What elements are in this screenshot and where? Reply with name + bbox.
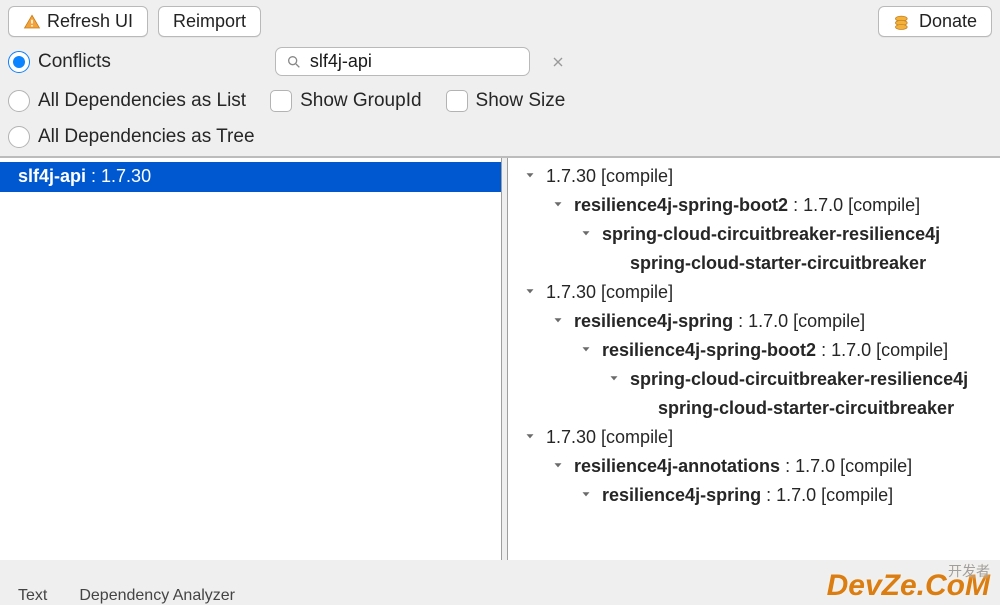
- refresh-ui-label: Refresh UI: [47, 11, 133, 32]
- tree-row[interactable]: 1.7.30 [compile]: [510, 280, 996, 309]
- tree-label: 1.7.30 [compile]: [546, 166, 673, 187]
- chevron-down-icon[interactable]: [520, 427, 540, 448]
- checkbox-icon: [270, 90, 292, 112]
- tree-label: 1.7.30 [compile]: [546, 282, 673, 303]
- reimport-label: Reimport: [173, 11, 246, 32]
- radio-label: All Dependencies as Tree: [38, 126, 255, 148]
- left-list[interactable]: slf4j-api : 1.7.30: [0, 158, 502, 560]
- check-label: Show GroupId: [300, 90, 421, 112]
- chevron-down-icon[interactable]: [548, 195, 568, 216]
- tree-row[interactable]: spring-cloud-starter-circuitbreaker: [510, 396, 996, 425]
- check-label: Show Size: [476, 90, 566, 112]
- filter-panel: Conflicts All Dependencies as List Show …: [0, 43, 1000, 156]
- search-icon: [286, 54, 302, 70]
- warning-icon: [23, 13, 41, 31]
- chevron-down-icon[interactable]: [576, 224, 596, 245]
- tree-row[interactable]: resilience4j-spring : 1.7.0 [compile]: [510, 309, 996, 338]
- check-show-size[interactable]: Show Size: [446, 90, 566, 112]
- tree-row[interactable]: resilience4j-annotations : 1.7.0 [compil…: [510, 454, 996, 483]
- tree-label: resilience4j-spring : 1.7.0 [compile]: [574, 311, 865, 332]
- tree-row[interactable]: resilience4j-spring-boot2 : 1.7.0 [compi…: [510, 338, 996, 367]
- list-item[interactable]: slf4j-api : 1.7.30: [0, 162, 501, 192]
- tree-row[interactable]: spring-cloud-starter-circuitbreaker: [510, 251, 996, 280]
- donate-label: Donate: [919, 11, 977, 32]
- chevron-down-icon[interactable]: [576, 485, 596, 506]
- reimport-button[interactable]: Reimport: [158, 6, 261, 37]
- right-tree[interactable]: 1.7.30 [compile] resilience4j-spring-boot…: [508, 158, 1000, 560]
- tree-row[interactable]: 1.7.30 [compile]: [510, 164, 996, 193]
- chevron-down-icon[interactable]: [576, 340, 596, 361]
- bottom-tabs: Text Dependency Analyzer: [18, 587, 235, 605]
- search-field[interactable]: [275, 47, 530, 76]
- watermark: 开发者 DevZe.CoM: [827, 569, 990, 603]
- refresh-ui-button[interactable]: Refresh UI: [8, 6, 148, 37]
- clear-icon[interactable]: [550, 54, 566, 70]
- search-input[interactable]: [310, 51, 542, 72]
- tree-label: spring-cloud-circuitbreaker-resilience4j: [602, 224, 940, 245]
- tree-row[interactable]: 1.7.30 [compile]: [510, 425, 996, 454]
- tree-label: spring-cloud-starter-circuitbreaker: [658, 398, 954, 419]
- tree-label: spring-cloud-circuitbreaker-resilience4j: [630, 369, 968, 390]
- tree-row[interactable]: resilience4j-spring : 1.7.0 [compile]: [510, 483, 996, 512]
- coins-icon: [893, 12, 913, 32]
- radio-label: All Dependencies as List: [38, 90, 246, 112]
- tree-row[interactable]: resilience4j-spring-boot2 : 1.7.0 [compi…: [510, 193, 996, 222]
- tree-label: resilience4j-annotations : 1.7.0 [compil…: [574, 456, 912, 477]
- chevron-down-icon[interactable]: [604, 369, 624, 390]
- toolbar: Refresh UI Reimport Donate: [0, 0, 1000, 43]
- chevron-down-icon[interactable]: [520, 282, 540, 303]
- tree-label: resilience4j-spring-boot2 : 1.7.0 [compi…: [602, 340, 948, 361]
- radio-icon: [8, 90, 30, 112]
- artifact-version: : 1.7.30: [86, 166, 151, 186]
- radio-all-dependencies-list[interactable]: All Dependencies as List: [8, 90, 246, 112]
- radio-conflicts[interactable]: Conflicts: [8, 51, 111, 73]
- tab-text[interactable]: Text: [18, 587, 47, 605]
- chevron-down-icon[interactable]: [520, 166, 540, 187]
- tree-label: 1.7.30 [compile]: [546, 427, 673, 448]
- tree-row[interactable]: spring-cloud-circuitbreaker-resilience4j: [510, 367, 996, 396]
- check-show-groupid[interactable]: Show GroupId: [270, 90, 421, 112]
- artifact-name: slf4j-api: [18, 166, 86, 186]
- split-pane: slf4j-api : 1.7.30 1.7.30 [compile] resil…: [0, 156, 1000, 560]
- radio-icon: [8, 51, 30, 73]
- radio-all-dependencies-tree[interactable]: All Dependencies as Tree: [8, 126, 255, 148]
- checkbox-icon: [446, 90, 468, 112]
- chevron-down-icon[interactable]: [548, 311, 568, 332]
- radio-icon: [8, 126, 30, 148]
- chevron-down-icon[interactable]: [548, 456, 568, 477]
- tree-label: resilience4j-spring : 1.7.0 [compile]: [602, 485, 893, 506]
- radio-label: Conflicts: [38, 51, 111, 73]
- donate-button[interactable]: Donate: [878, 6, 992, 37]
- tree-label: spring-cloud-starter-circuitbreaker: [630, 253, 926, 274]
- tree-row[interactable]: spring-cloud-circuitbreaker-resilience4j: [510, 222, 996, 251]
- tree-label: resilience4j-spring-boot2 : 1.7.0 [compi…: [574, 195, 920, 216]
- tab-dependency-analyzer[interactable]: Dependency Analyzer: [79, 587, 235, 605]
